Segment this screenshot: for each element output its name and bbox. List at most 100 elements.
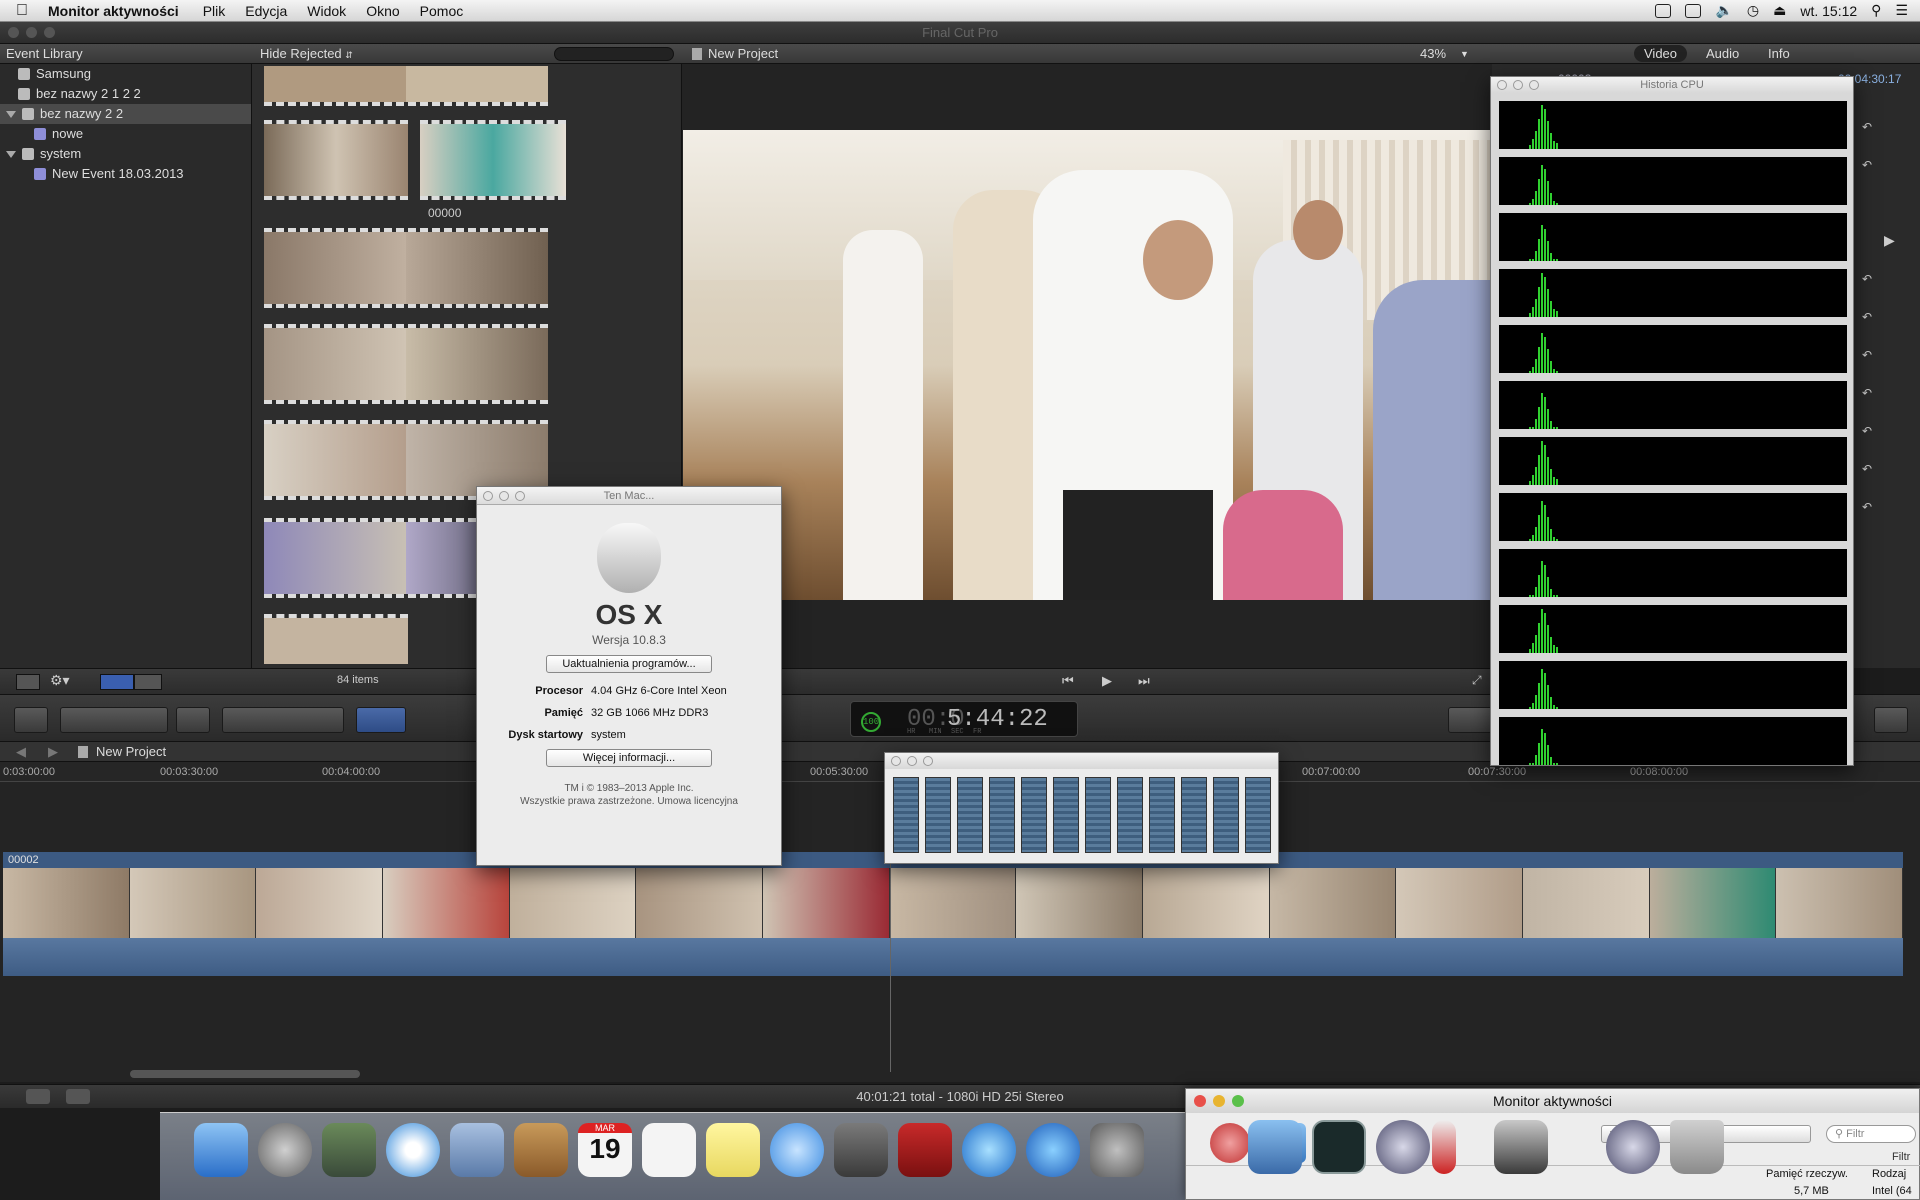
thermometer-icon[interactable] [1432,1120,1456,1174]
app-icon[interactable] [1606,1120,1660,1174]
disclosure-triangle-icon[interactable] [6,150,16,158]
fullscreen-icon[interactable]: ⤢ [1472,673,1482,688]
battery-icon[interactable] [1685,3,1702,18]
zoom-button[interactable] [1232,1095,1244,1107]
reminders-icon[interactable] [642,1123,696,1177]
inspector-reset-icon[interactable]: ↶ [1862,462,1872,476]
zoom-button[interactable] [923,756,933,766]
trash-icon[interactable] [1670,1120,1724,1174]
menu-plik[interactable]: Plik [203,3,226,19]
previous-edit-button[interactable]: ⏮ [1062,673,1074,689]
inspector-reset-icon[interactable]: ↶ [1862,120,1872,134]
close-button[interactable] [8,27,19,38]
facetime-icon[interactable] [834,1123,888,1177]
play-button[interactable]: ▶ [1102,673,1112,689]
inspector-reset-icon[interactable]: ↶ [1862,348,1872,362]
inspector-show-button[interactable]: ▶ [1884,232,1895,249]
browser-search-field[interactable] [554,47,674,61]
filmstrip-clip[interactable] [264,614,408,664]
timeline-scrollbar[interactable] [130,1070,360,1078]
tab-audio[interactable]: Audio [1706,46,1739,61]
inspector-reset-icon[interactable]: ↶ [1862,272,1872,286]
select-tool-button[interactable] [356,707,406,733]
list-view-button[interactable] [134,674,162,690]
launchpad-icon[interactable] [258,1123,312,1177]
tab-info[interactable]: Info [1768,46,1790,61]
contacts-icon[interactable] [514,1123,568,1177]
close-button[interactable] [1497,80,1507,90]
library-item-nowe[interactable]: nowe [0,124,251,144]
keyword-button[interactable] [176,707,210,733]
chevron-down-icon[interactable]: ▼ [1460,44,1469,64]
toast-icon[interactable] [1376,1120,1430,1174]
spotlight-icon[interactable]: ⚲ [1871,2,1881,19]
close-button[interactable] [1194,1095,1206,1107]
menu-edycja[interactable]: Edycja [245,3,287,19]
filmstrip-clip[interactable] [264,228,548,308]
back-arrow-icon[interactable]: ◀ [16,742,26,762]
rating-buttons[interactable] [60,707,168,733]
filmstrip-view-button[interactable] [100,674,134,690]
zoom-button[interactable] [515,491,525,501]
dashboard-timecode[interactable]: 100 00:0 5:44:22 HR MIN SEC FR [850,701,1078,737]
safari-icon[interactable] [386,1123,440,1177]
activity-monitor-dock-icon[interactable] [1248,1120,1302,1174]
action-gear-button[interactable]: ⚙▾ [50,672,70,689]
app-store-icon[interactable] [1026,1123,1080,1177]
menu-pomoc[interactable]: Pomoc [420,3,464,19]
zoom-popup[interactable]: 43% [1420,44,1446,64]
minimize-button[interactable] [1213,1095,1225,1107]
disclosure-triangle-icon[interactable] [6,110,16,118]
minimize-button[interactable] [26,27,37,38]
share-button[interactable] [1874,707,1908,733]
forward-arrow-icon[interactable]: ▶ [48,742,58,762]
status-item-icon[interactable] [1655,3,1672,18]
audio-meters-button[interactable] [66,1089,90,1104]
close-button[interactable] [483,491,493,501]
library-item-bez-nazwy-2122[interactable]: bez nazwy 2 1 2 2 [0,84,251,104]
notes-icon[interactable] [706,1123,760,1177]
calendar-icon[interactable]: MAR 19 [578,1123,632,1177]
zoom-button[interactable] [44,27,55,38]
hide-rejected-popup[interactable]: Hide Rejected [260,46,342,61]
tab-video[interactable]: Video [1634,45,1688,62]
inspector-reset-icon[interactable]: ↶ [1862,500,1872,514]
minimize-button[interactable] [499,491,509,501]
menu-widok[interactable]: Widok [307,3,346,19]
apple-menu-icon[interactable]:  [16,2,38,20]
clock[interactable]: wt. 15:12 [1800,3,1857,19]
notifications-icon[interactable]: ☰ [1895,2,1908,19]
mission-control-icon[interactable] [322,1123,376,1177]
software-update-button[interactable]: Uaktualnienia programów... [546,655,712,673]
minimize-button[interactable] [907,756,917,766]
next-edit-button[interactable]: ⏭ [1138,673,1150,689]
filmstrip-clip[interactable] [264,324,548,404]
zoom-button[interactable] [1529,80,1539,90]
eject-icon[interactable]: ⏏ [1773,2,1786,19]
system-preferences-icon[interactable] [1090,1123,1144,1177]
app-menu[interactable]: Monitor aktywności [48,3,179,19]
finder-icon[interactable] [194,1123,248,1177]
filmstrip-clip[interactable] [420,120,566,200]
library-item-samsung[interactable]: Samsung [0,64,251,84]
itunes-icon[interactable] [962,1123,1016,1177]
inspector-reset-icon[interactable]: ↶ [1862,424,1872,438]
timeline-index-button[interactable] [26,1089,50,1104]
filmstrip-clip[interactable] [264,66,548,106]
mail-icon[interactable] [450,1123,504,1177]
timeline-audio-waveform[interactable] [3,938,1903,976]
inspector-reset-icon[interactable]: ↶ [1862,158,1872,172]
library-item-new-event[interactable]: New Event 18.03.2013 [0,164,251,184]
inspector-reset-icon[interactable]: ↶ [1862,310,1872,324]
import-button[interactable] [14,707,48,733]
library-toggle-button[interactable] [16,674,40,690]
timeline-clip-filmstrip[interactable] [3,868,1904,938]
more-info-button[interactable]: Więcej informacji... [546,749,712,767]
time-machine-icon[interactable]: ◷ [1747,2,1759,19]
photo-booth-icon[interactable] [898,1123,952,1177]
volume-icon[interactable]: 🔈 [1715,2,1732,19]
inspector-reset-icon[interactable]: ↶ [1862,386,1872,400]
filmstrip-clip[interactable] [264,120,408,200]
minimize-button[interactable] [1513,80,1523,90]
menu-okno[interactable]: Okno [366,3,399,19]
